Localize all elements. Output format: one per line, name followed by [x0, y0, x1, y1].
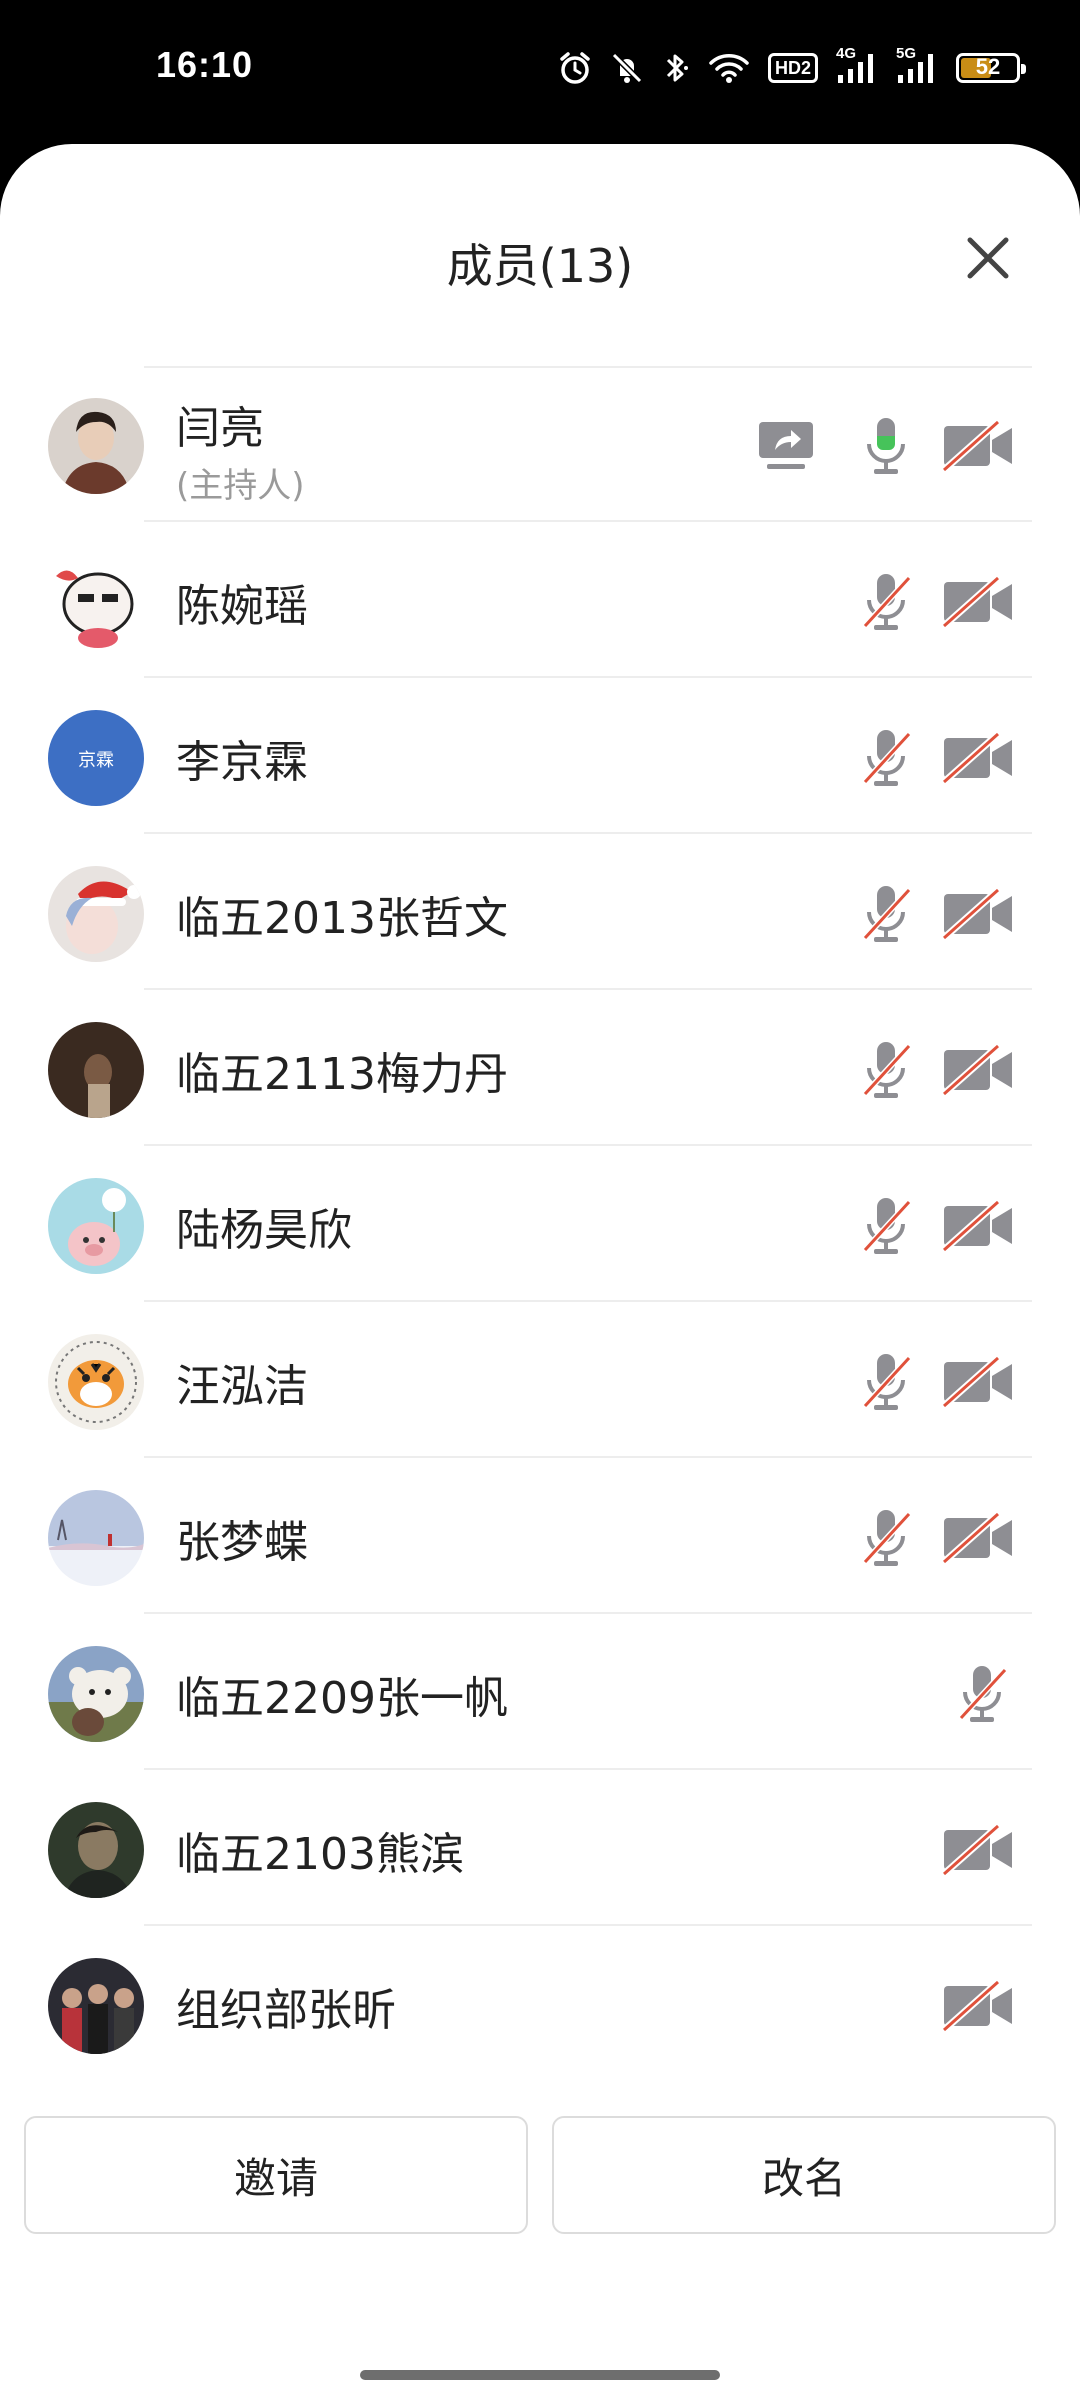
avatar: [48, 1022, 144, 1118]
camera-off-icon: [942, 1044, 1014, 1096]
camera-off-icon: [942, 576, 1014, 628]
member-status-icons: [854, 882, 1014, 946]
host-role-label: (主持人): [176, 466, 305, 506]
invite-button[interactable]: 邀请: [24, 2116, 528, 2234]
microphone-muted-icon: [854, 1194, 918, 1258]
status-icons: HD2 4G 5G 52: [558, 45, 1026, 90]
close-icon: [967, 237, 1009, 279]
camera-off-icon: [942, 732, 1014, 784]
microphone-muted-icon: [854, 726, 918, 790]
rename-button[interactable]: 改名: [552, 2116, 1056, 2234]
member-status-icons: [950, 1662, 1014, 1726]
avatar: [48, 1958, 144, 2054]
microphone-muted-icon: [854, 1350, 918, 1414]
camera-off-icon: [942, 1512, 1014, 1564]
member-status-icons: [854, 570, 1014, 634]
screen-share-icon: [754, 420, 818, 472]
member-name: 临五2103熊滨: [176, 1829, 464, 1880]
member-row[interactable]: 闫亮 (主持人): [0, 366, 1080, 522]
microphone-muted-icon: [854, 570, 918, 634]
avatar: [48, 398, 144, 494]
member-name: 张梦蝶: [176, 1517, 308, 1568]
wifi-icon: [709, 54, 749, 83]
member-name: 陆杨昊欣: [176, 1205, 352, 1256]
close-button[interactable]: [956, 226, 1020, 290]
member-status-icons: [854, 726, 1014, 790]
member-row[interactable]: 临五2103熊滨: [0, 1770, 1080, 1926]
member-status-icons: [854, 1194, 1014, 1258]
member-row[interactable]: 临五2013张哲文: [0, 834, 1080, 990]
camera-off-icon: [942, 420, 1014, 472]
avatar: [48, 1802, 144, 1898]
camera-off-icon: [942, 1980, 1014, 2032]
sheet-title: 成员(13): [446, 239, 634, 293]
signal-5g-icon: 5G: [896, 45, 938, 85]
camera-off-icon: [942, 1356, 1014, 1408]
member-name: 陈婉瑶: [176, 581, 308, 632]
bluetooth-icon: [666, 54, 688, 82]
microphone-on-icon: [854, 414, 918, 478]
camera-off-icon: [942, 1200, 1014, 1252]
member-row[interactable]: 临五2113梅力丹: [0, 990, 1080, 1146]
avatar: [48, 1646, 144, 1742]
member-row[interactable]: 京霖 李京霖: [0, 678, 1080, 834]
hd-icon: HD2: [767, 53, 818, 83]
member-name: 组织部张昕: [176, 1985, 396, 2036]
camera-off-icon: [942, 1824, 1014, 1876]
avatar: 京霖: [48, 710, 144, 806]
member-status-icons: [854, 1038, 1014, 1102]
microphone-muted-icon: [854, 1506, 918, 1570]
member-name: 闫亮: [176, 403, 264, 454]
member-row[interactable]: 组织部张昕: [0, 1926, 1080, 2082]
microphone-muted-icon: [854, 1038, 918, 1102]
battery-icon: 52: [956, 53, 1026, 83]
home-indicator[interactable]: [360, 2370, 720, 2380]
svg-text:京霖: 京霖: [78, 750, 114, 771]
members-sheet: 成员(13) 闫亮 (主持人) 陈婉瑶 京霖 李京霖 临五2013张哲文 临五2…: [0, 144, 1080, 2400]
status-bar: 16:10 HD2 4G 5G 52: [0, 0, 1080, 140]
camera-off-icon: [942, 888, 1014, 940]
mute-icon: [611, 52, 643, 84]
avatar: [48, 554, 144, 650]
avatar: [48, 1178, 144, 1274]
avatar: [48, 1334, 144, 1430]
member-name: 临五2013张哲文: [176, 893, 508, 944]
member-row[interactable]: 张梦蝶: [0, 1458, 1080, 1614]
member-row[interactable]: 临五2209张一帆: [0, 1614, 1080, 1770]
member-row[interactable]: 陆杨昊欣: [0, 1146, 1080, 1302]
member-status-icons: [854, 1506, 1014, 1570]
member-name: 李京霖: [176, 737, 308, 788]
member-status-icons: [854, 1350, 1014, 1414]
member-status-icons: [942, 1974, 1014, 2038]
signal-4g-icon: 4G: [836, 45, 878, 85]
avatar: [48, 866, 144, 962]
member-status-icons: [754, 414, 1014, 478]
member-name: 临五2209张一帆: [176, 1673, 508, 1724]
member-list: 闫亮 (主持人) 陈婉瑶 京霖 李京霖 临五2013张哲文 临五2113梅力丹 …: [0, 366, 1080, 2082]
member-name: 临五2113梅力丹: [176, 1049, 508, 1100]
member-row[interactable]: 陈婉瑶: [0, 522, 1080, 678]
microphone-muted-icon: [950, 1662, 1014, 1726]
avatar: [48, 1490, 144, 1586]
alarm-icon: [560, 52, 590, 84]
status-time: 16:10: [156, 44, 254, 85]
microphone-muted-icon: [854, 882, 918, 946]
member-status-icons: [942, 1818, 1014, 1882]
member-name: 汪泓洁: [176, 1361, 308, 1412]
member-row[interactable]: 汪泓洁: [0, 1302, 1080, 1458]
